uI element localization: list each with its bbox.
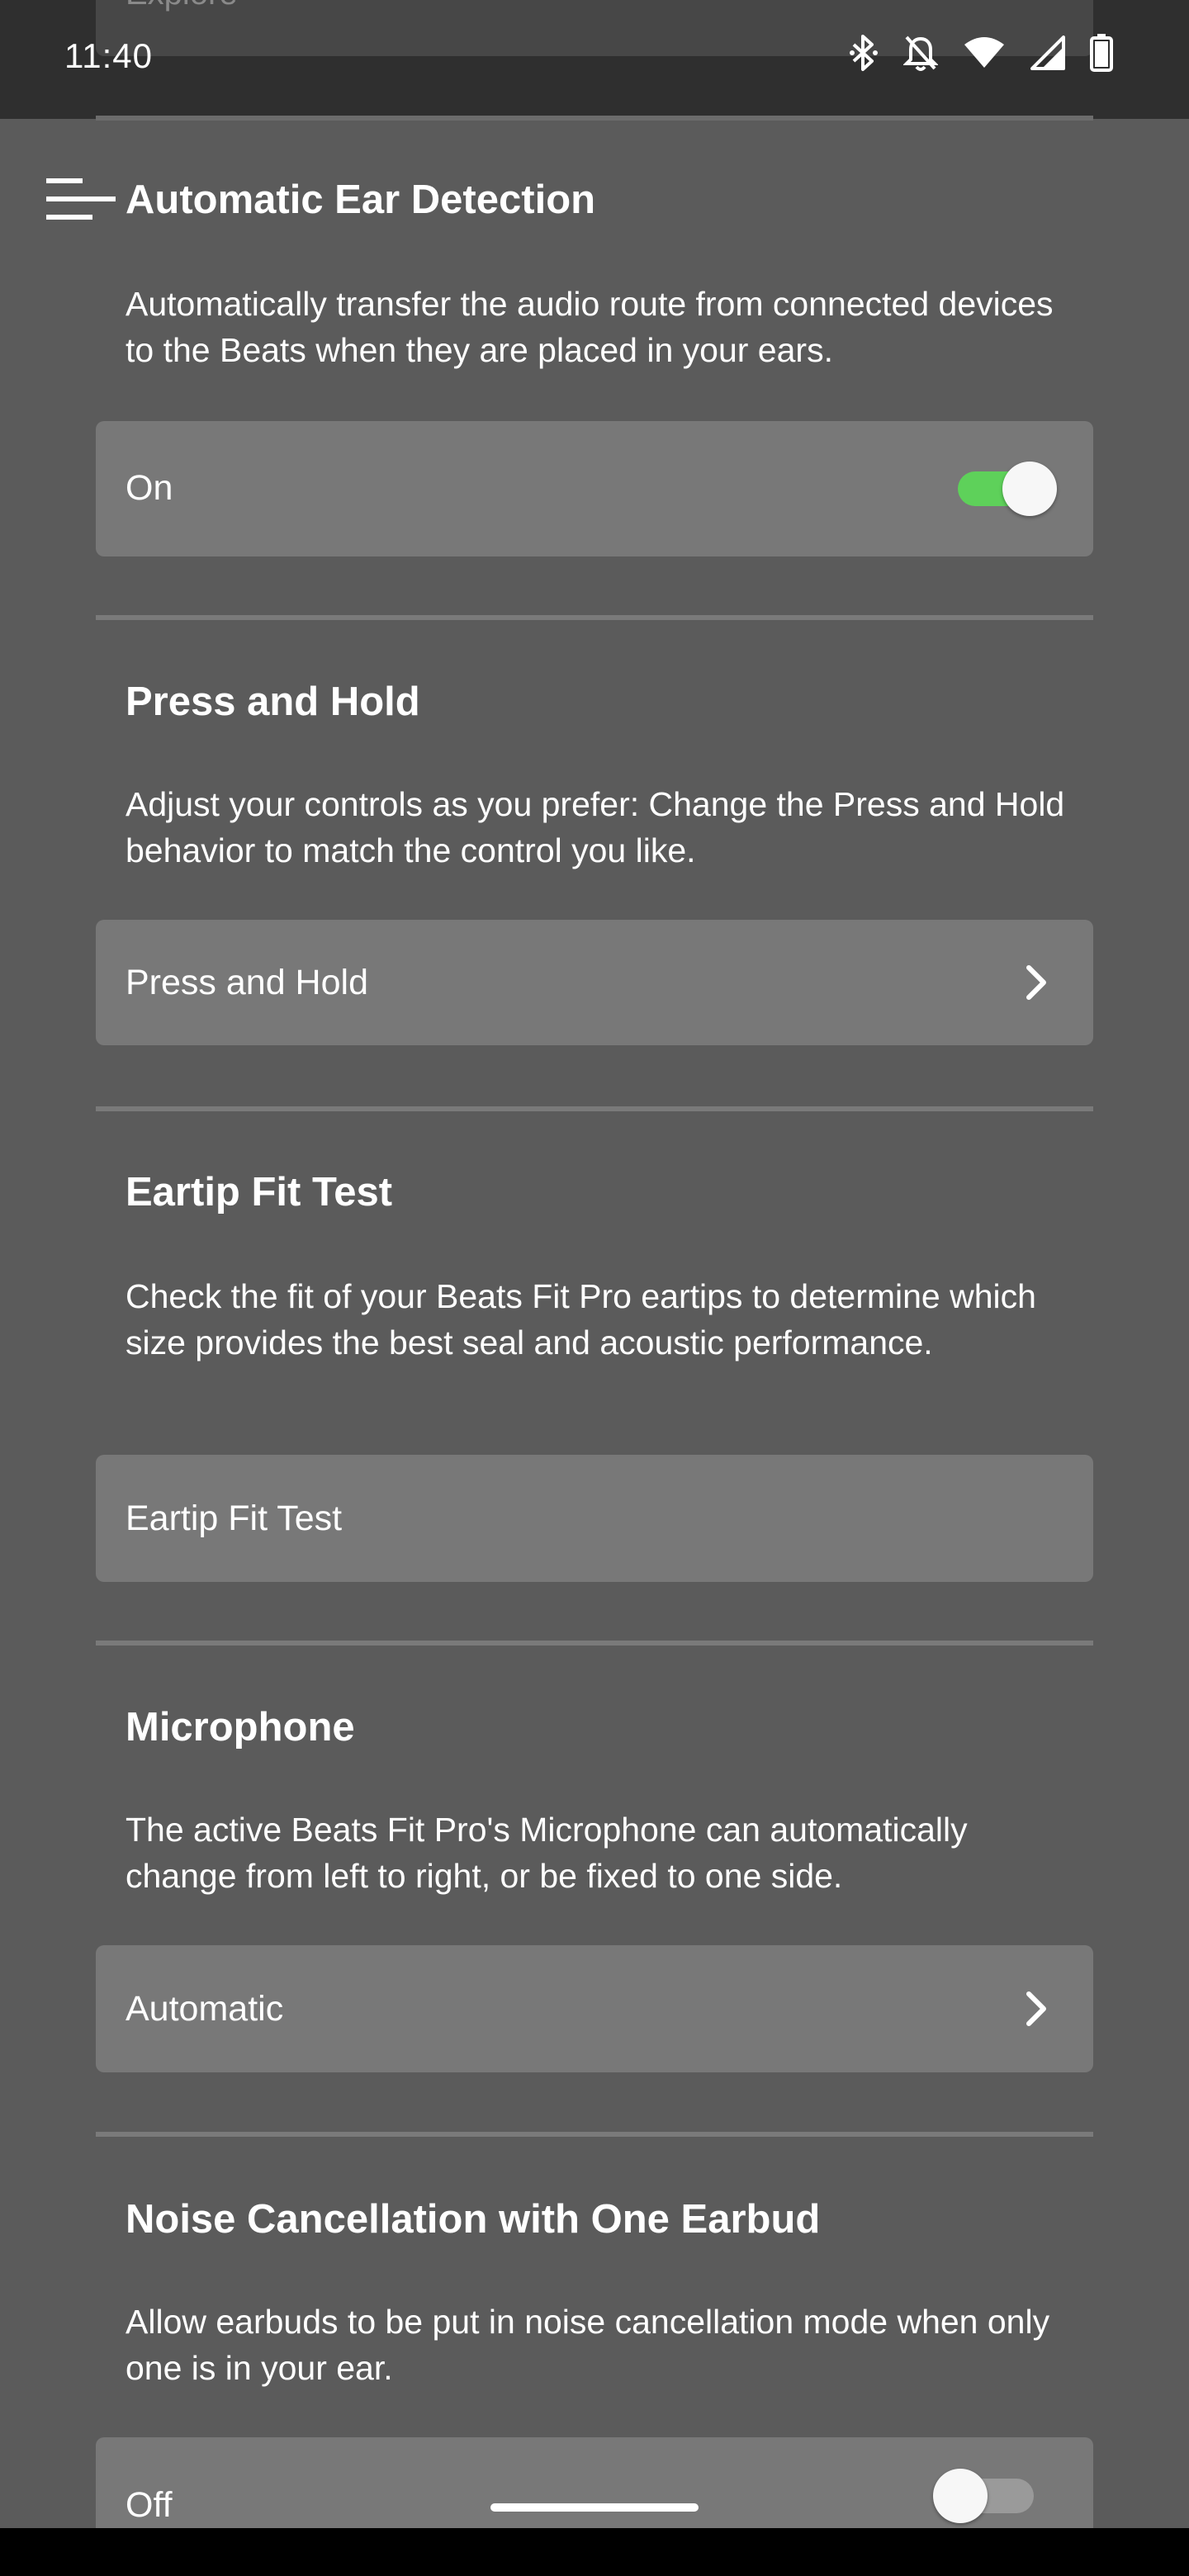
noise-cancel-description: Allow earbuds to be put in noise cancell… xyxy=(126,2303,1050,2387)
toggle-knob xyxy=(933,2469,988,2523)
navigation-bar xyxy=(0,2528,1189,2576)
noise-cancel-value: Off xyxy=(126,2485,173,2525)
battery-icon xyxy=(1090,34,1113,72)
noise-cancel-title: Noise Cancellation with One Earbud xyxy=(126,2197,821,2242)
home-indicator[interactable] xyxy=(490,2503,699,2512)
ear-detection-row[interactable]: On xyxy=(96,421,1093,556)
notifications-off-icon xyxy=(903,36,938,71)
section-divider xyxy=(96,1641,1093,1646)
chevron-right-icon xyxy=(1026,965,1046,1000)
ear-detection-value: On xyxy=(126,468,173,508)
wifi-icon xyxy=(964,37,1004,68)
cell-signal-icon xyxy=(1030,36,1065,70)
noise-cancel-row[interactable]: Off xyxy=(96,2437,1093,2528)
bluetooth-icon xyxy=(850,35,878,71)
ear-detection-toggle[interactable] xyxy=(958,462,1057,516)
menu-icon[interactable] xyxy=(46,175,116,225)
microphone-row[interactable]: Automatic xyxy=(96,1945,1093,2072)
eartip-title: Eartip Fit Test xyxy=(126,1170,393,1215)
noise-cancel-toggle[interactable] xyxy=(933,2469,1034,2523)
microphone-row-label: Automatic xyxy=(126,1989,284,2029)
press-hold-row[interactable]: Press and Hold xyxy=(96,920,1093,1045)
press-hold-title: Press and Hold xyxy=(126,680,420,724)
section-divider xyxy=(96,615,1093,620)
toggle-knob xyxy=(1002,462,1057,516)
status-time: 11:40 xyxy=(64,36,153,75)
section-divider xyxy=(96,2132,1093,2137)
explore-label: Explore xyxy=(126,0,238,12)
top-divider xyxy=(96,116,1093,121)
eartip-row-label: Eartip Fit Test xyxy=(126,1499,343,1538)
microphone-description: The active Beats Fit Pro's Microphone ca… xyxy=(126,1811,968,1895)
eartip-row[interactable]: Eartip Fit Test xyxy=(96,1455,1093,1582)
status-icons xyxy=(849,33,1113,73)
eartip-description: Check the fit of your Beats Fit Pro eart… xyxy=(126,1277,1036,1361)
section-divider xyxy=(96,1106,1093,1111)
page-title: Automatic Ear Detection xyxy=(126,178,596,222)
status-bar-area: Explore 11:40 xyxy=(0,0,1189,119)
microphone-title: Microphone xyxy=(126,1705,355,1750)
ear-detection-description: Automatically transfer the audio route f… xyxy=(126,285,1054,369)
chevron-right-icon xyxy=(1026,1991,1046,2026)
press-hold-description: Adjust your controls as you prefer: Chan… xyxy=(126,785,1065,869)
press-hold-row-label: Press and Hold xyxy=(126,963,368,1002)
